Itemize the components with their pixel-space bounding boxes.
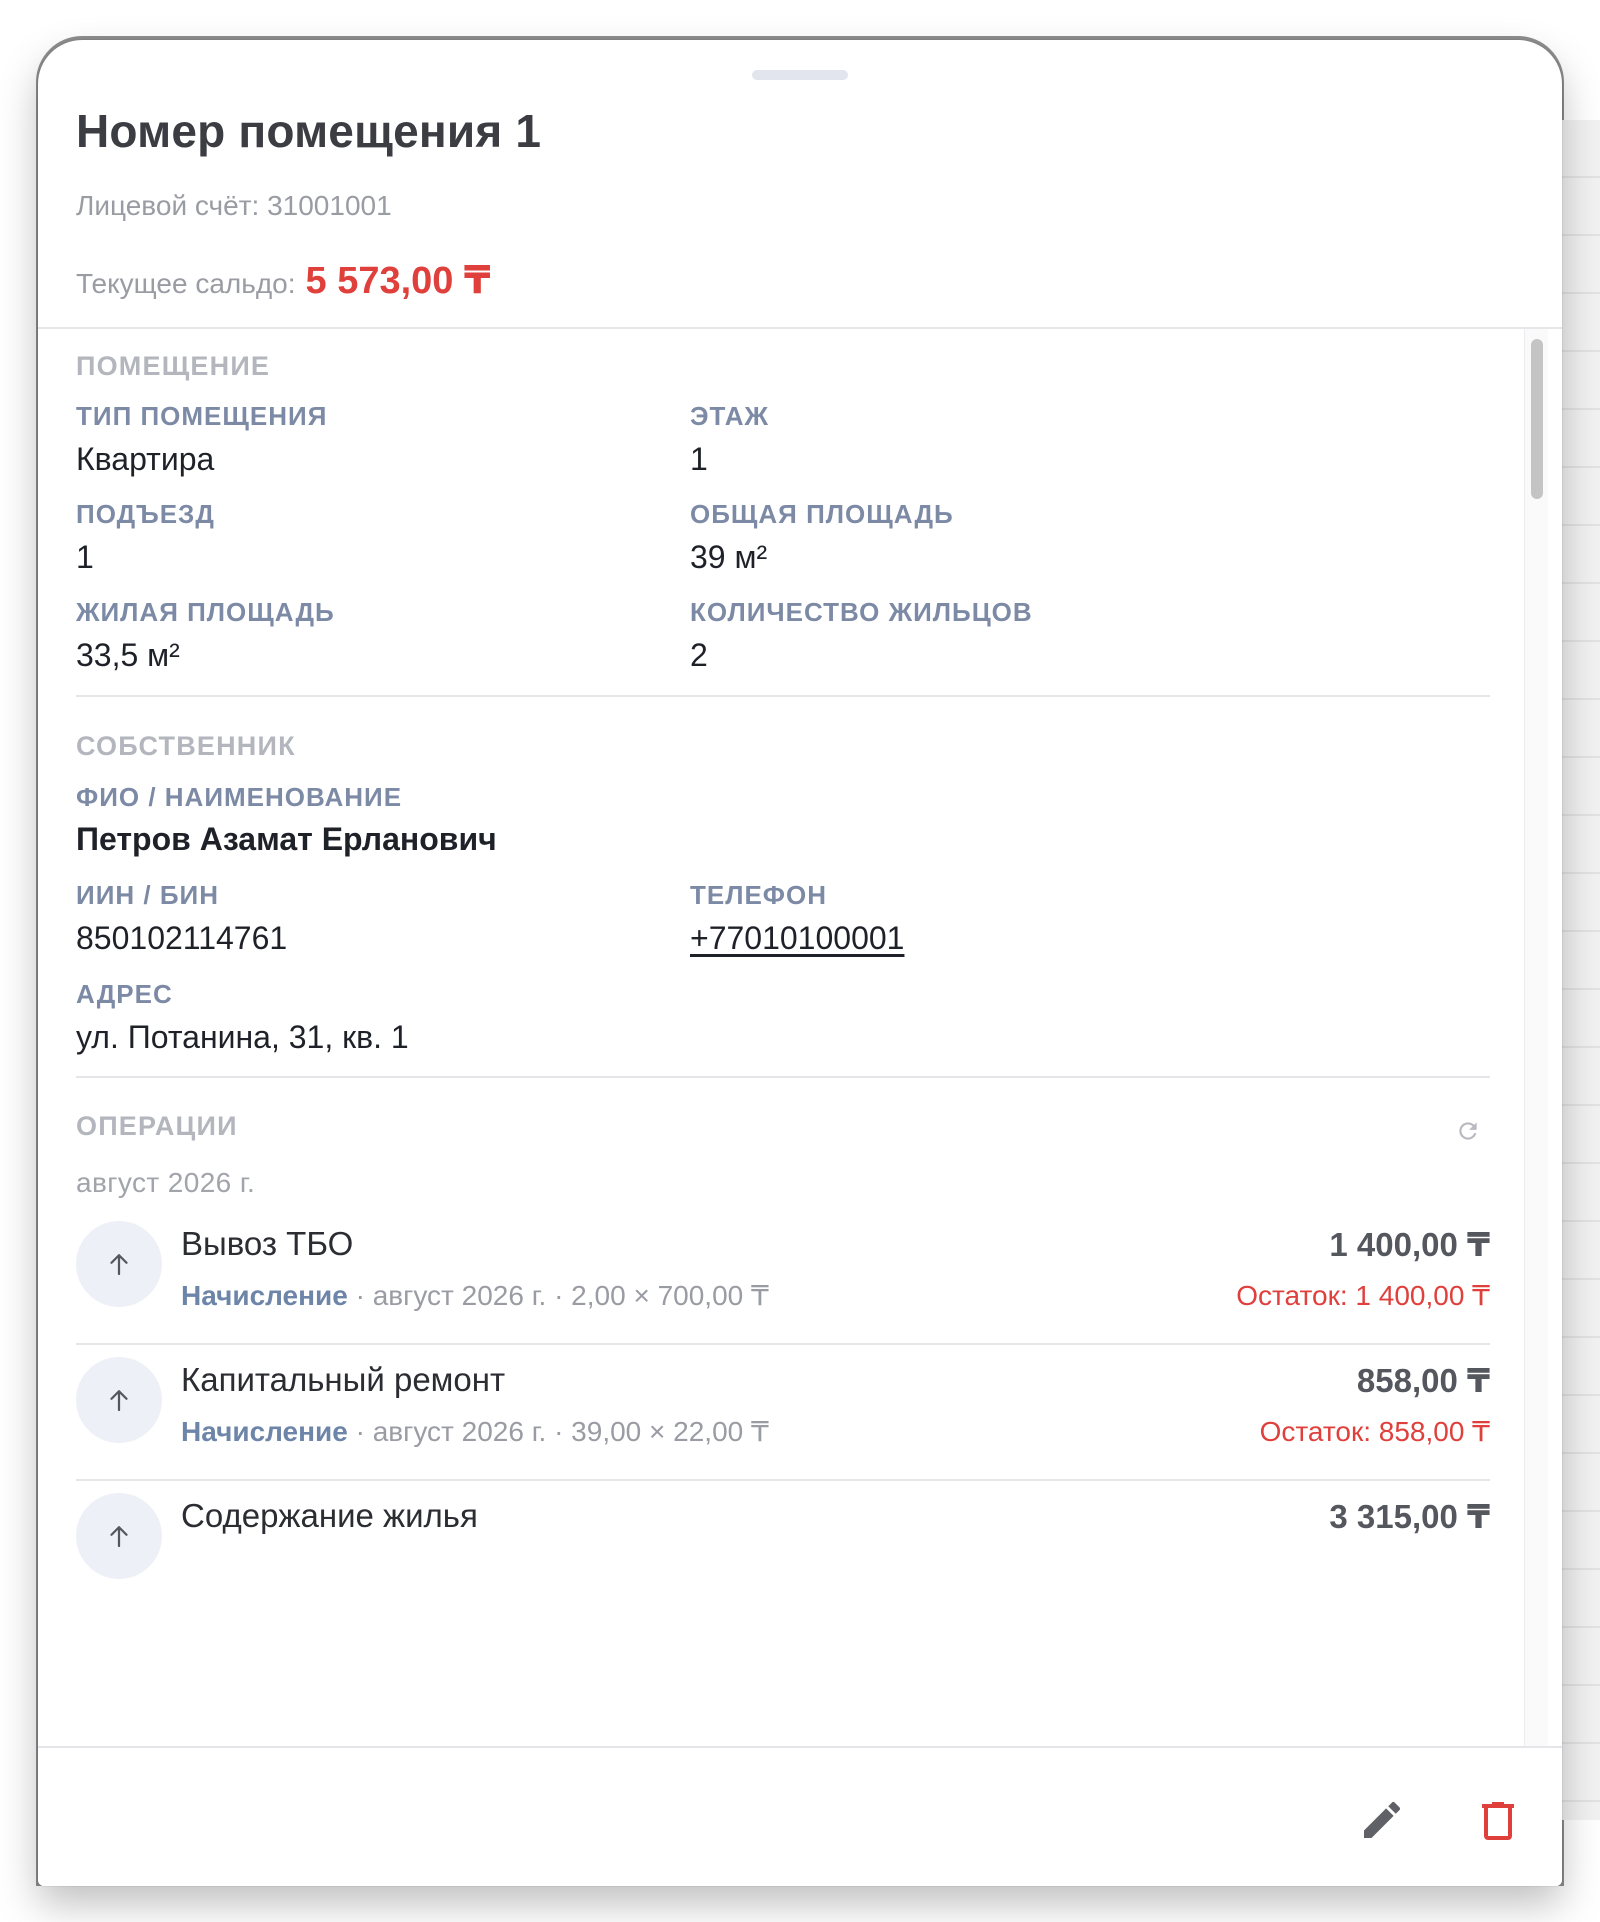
operation-title: Капитальный ремонт xyxy=(181,1361,506,1398)
field-label-name: ФИО / НАИМЕНОВАНИЕ xyxy=(76,782,403,812)
operation-amount: 3 315,00 ₸ xyxy=(1329,1498,1490,1535)
operation-meta: Начисление · август 2026 г. · 39,00 × 22… xyxy=(181,1415,769,1448)
trash-icon xyxy=(1474,1796,1522,1849)
field-value-entrance: 1 xyxy=(76,539,94,575)
scroll-content[interactable]: ПОМЕЩЕНИЕ ТИП ПОМЕЩЕНИЯ Квартира ЭТАЖ 1 … xyxy=(38,329,1562,1746)
balance-value: 5 573,00 ₸ xyxy=(305,260,491,302)
operation-details: · август 2026 г. · 39,00 × 22,00 ₸ xyxy=(347,1416,769,1447)
field-label-phone: ТЕЛЕФОН xyxy=(690,880,827,910)
section-title-premises: ПОМЕЩЕНИЕ xyxy=(76,351,271,381)
pencil-icon xyxy=(1358,1796,1406,1849)
field-label-entrance: ПОДЪЕЗД xyxy=(76,499,215,529)
operation-amount: 858,00 ₸ xyxy=(1356,1362,1490,1399)
balance-row: Текущее сальдо: 5 573,00 ₸ xyxy=(76,258,490,303)
refresh-icon[interactable] xyxy=(1448,1111,1488,1151)
field-value-residents: 2 xyxy=(690,637,708,673)
field-label-total-area: ОБЩАЯ ПЛОЩАДЬ xyxy=(690,499,954,529)
field-value-total-area: 39 м² xyxy=(690,539,768,575)
section-divider xyxy=(76,1076,1490,1078)
operation-remainder: Остаток: 858,00 ₸ xyxy=(1259,1416,1490,1447)
field-label-living-area: ЖИЛАЯ ПЛОЩАДЬ xyxy=(76,597,335,627)
scrollbar-thumb[interactable] xyxy=(1531,339,1543,499)
operations-month-header: август 2026 г. xyxy=(76,1167,256,1198)
field-value-name: Петров Азамат Ерланович xyxy=(76,821,497,857)
section-divider xyxy=(76,695,1490,697)
operation-type: Начисление xyxy=(181,1416,348,1447)
section-title-owner: СОБСТВЕННИК xyxy=(76,731,296,761)
field-label-residents: КОЛИЧЕСТВО ЖИЛЬЦОВ xyxy=(690,597,1033,627)
arrow-up-icon xyxy=(76,1221,162,1307)
premises-detail-sheet: Номер помещения 1 Лицевой счёт: 31001001… xyxy=(38,40,1562,1886)
operation-amount: 1 400,00 ₸ xyxy=(1329,1226,1490,1263)
operation-type: Начисление xyxy=(181,1280,348,1311)
balance-label: Текущее сальдо: xyxy=(76,268,296,299)
operation-row[interactable]: Капитальный ремонт Начисление · август 2… xyxy=(76,1345,1490,1481)
field-value-living-area: 33,5 м² xyxy=(76,637,180,673)
field-value-iin: 850102114761 xyxy=(76,920,288,956)
operation-meta: Начисление · август 2026 г. · 2,00 × 700… xyxy=(181,1279,769,1312)
field-value-address: ул. Потанина, 31, кв. 1 xyxy=(76,1019,409,1055)
operation-remainder: Остаток: 1 400,00 ₸ xyxy=(1236,1280,1490,1311)
field-value-type: Квартира xyxy=(76,441,215,477)
premises-section: ПОМЕЩЕНИЕ xyxy=(76,351,1490,382)
arrow-up-icon xyxy=(76,1357,162,1443)
field-label-address: АДРЕС xyxy=(76,979,173,1009)
field-label-type: ТИП ПОМЕЩЕНИЯ xyxy=(76,401,328,431)
operations-section: ОПЕРАЦИИ xyxy=(76,1111,1490,1155)
operation-row[interactable]: Вывоз ТБО Начисление · август 2026 г. · … xyxy=(76,1209,1490,1345)
section-title-operations: ОПЕРАЦИИ xyxy=(76,1111,238,1141)
phone-link[interactable]: +77010100001 xyxy=(690,920,904,957)
operation-details: · август 2026 г. · 2,00 × 700,00 ₸ xyxy=(347,1280,769,1311)
page-title: Номер помещения 1 xyxy=(76,105,542,157)
operation-title: Содержание жилья xyxy=(181,1497,478,1534)
delete-button[interactable] xyxy=(1470,1794,1526,1850)
operation-title: Вывоз ТБО xyxy=(181,1225,354,1262)
vertical-scrollbar[interactable] xyxy=(1524,329,1548,1746)
arrow-up-icon xyxy=(76,1493,162,1579)
sheet-header: Номер помещения 1 Лицевой счёт: 31001001… xyxy=(38,40,1562,328)
field-label-floor: ЭТАЖ xyxy=(690,401,770,431)
field-value-floor: 1 xyxy=(690,441,708,477)
account-number: Лицевой счёт: 31001001 xyxy=(76,190,392,221)
field-label-iin: ИИН / БИН xyxy=(76,880,219,910)
operation-row[interactable]: Содержание жилья 3 315,00 ₸ xyxy=(76,1481,1490,1617)
owner-section: СОБСТВЕННИК xyxy=(76,731,1490,762)
edit-button[interactable] xyxy=(1354,1794,1410,1850)
sheet-footer xyxy=(38,1746,1562,1886)
